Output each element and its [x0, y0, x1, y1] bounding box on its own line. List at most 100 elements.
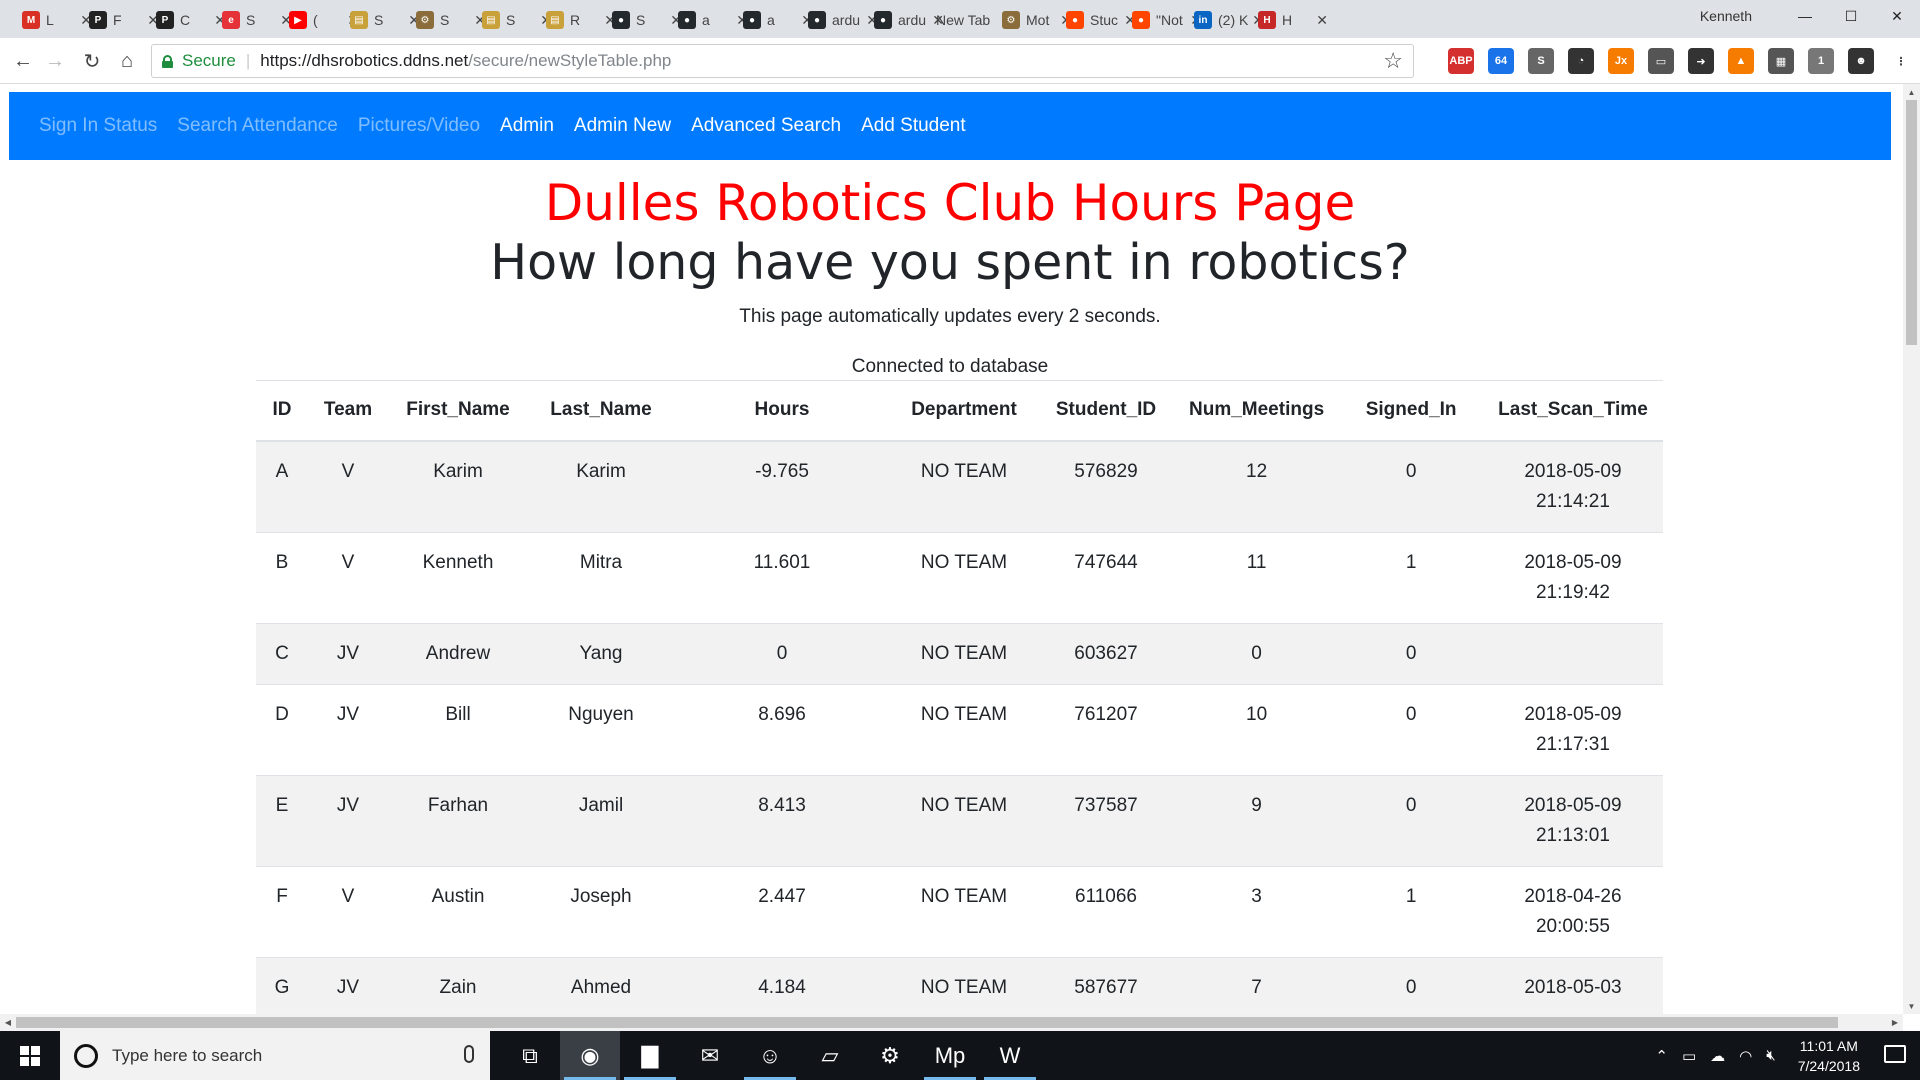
hours-table-wrapper: ID Team First_Name Last_Name Hours Department… [256, 380, 1920, 1014]
table-cell: Karim [528, 440, 674, 532]
close-window-icon[interactable]: ✕ [1874, 0, 1920, 32]
hours-table: ID Team First_Name Last_Name Hours Department… [256, 380, 1663, 1014]
omnibox-divider: | [245, 51, 251, 70]
profile-name[interactable]: Kenneth [1700, 8, 1752, 24]
taskbar-search[interactable]: Type here to search [60, 1031, 490, 1080]
nav-link-advanced-search[interactable]: Advanced Search [691, 115, 841, 137]
tab-title: Mot [1026, 12, 1050, 28]
table-cell: Jamil [528, 774, 674, 866]
show-hidden-icons-icon[interactable]: ⌃ [1655, 1047, 1668, 1065]
table-header: ID Team First_Name Last_Name Hours Department… [256, 380, 1663, 441]
microphone-icon[interactable] [464, 1045, 474, 1063]
volume-muted-icon[interactable]: 🔇︎ [1766, 1047, 1775, 1064]
discord-icon[interactable]: ☺ [740, 1031, 800, 1080]
table-cell: 611066 [1038, 865, 1174, 957]
start-button[interactable] [0, 1031, 60, 1080]
tab-title: S [374, 12, 384, 28]
chat-icon[interactable]: ▭ [1648, 48, 1674, 74]
word-icon[interactable]: W [980, 1031, 1040, 1080]
tab-title: S [246, 12, 256, 28]
jx-extension-icon[interactable]: Jx [1608, 48, 1634, 74]
adblock-plus-icon[interactable]: ABP [1448, 48, 1474, 74]
nav-link-admin[interactable]: Admin [500, 115, 554, 137]
table-cell: 587677 [1038, 956, 1174, 1014]
close-tab-icon[interactable]: ✕ [1316, 12, 1328, 29]
table-cell: 11 [1174, 531, 1340, 623]
home-icon[interactable]: ⌂ [114, 48, 140, 74]
table-cell: 2018-04-26 20:00:55 [1483, 865, 1663, 957]
github-icon: ● [874, 11, 892, 29]
document-icon: ▤ [546, 11, 564, 29]
mail-icon[interactable]: ✉ [680, 1031, 740, 1080]
tab-title: S [440, 12, 450, 28]
mask-icon[interactable]: ☻ [1848, 48, 1874, 74]
db-status: Connected to database [851, 356, 1049, 377]
menu-icon[interactable]: ⋮ [1888, 48, 1914, 74]
tab-title: ardu [898, 12, 927, 28]
hscrollbar-thumb[interactable] [16, 1017, 1838, 1028]
pluralsight-icon: P [89, 11, 107, 29]
fox-icon[interactable]: ▲ [1728, 48, 1754, 74]
bookmark-star-icon[interactable]: ☆ [1383, 48, 1403, 74]
s-extension-icon[interactable]: S [1528, 48, 1554, 74]
table-cell: 4.184 [674, 956, 890, 1014]
minimize-icon[interactable]: — [1782, 0, 1828, 32]
notify-extension-icon[interactable]: 1 [1808, 48, 1834, 74]
reddit-icon: ● [1066, 11, 1084, 29]
scrollbar-thumb[interactable] [1906, 100, 1917, 345]
github-icon: ● [678, 11, 696, 29]
table-cell: 0 [1339, 622, 1484, 684]
battery-icon[interactable]: ▭ [1682, 1047, 1696, 1065]
notes-icon[interactable]: ▱ [800, 1031, 860, 1080]
table-cell: 10 [1174, 683, 1340, 775]
clock-time: 11:01 AM [1799, 1037, 1858, 1054]
scroll-left-icon[interactable]: ◀ [0, 1014, 16, 1031]
table-cell: 2018-05-09 21:19:42 [1483, 531, 1663, 623]
scroll-right-icon[interactable]: ▶ [1887, 1014, 1903, 1031]
task-view-icon[interactable]: ⧉ [500, 1031, 560, 1080]
maximize-icon[interactable]: ☐ [1828, 0, 1874, 32]
back-icon[interactable]: ← [10, 48, 36, 74]
linkedin-icon: in [1194, 11, 1212, 29]
gear-icon: ⚙ [1002, 11, 1020, 29]
calendar-icon[interactable]: 64 [1488, 48, 1514, 74]
column-header-team: Team [323, 399, 373, 421]
gear-icon: ⚙ [416, 11, 434, 29]
nav-link-pictures-video[interactable]: Pictures/Video [358, 115, 480, 137]
address-bar[interactable]: Secure | https://dhsrobotics.ddns.net/se… [151, 44, 1414, 78]
tab-title: Stuc [1090, 12, 1119, 28]
taskbar-search-placeholder: Type here to search [112, 1045, 263, 1065]
nav-link-search-attendance[interactable]: Search Attendance [177, 115, 338, 137]
nav-link-add-student[interactable]: Add Student [861, 115, 966, 137]
scroll-down-icon[interactable]: ▼ [1903, 998, 1920, 1014]
arrow-extension-icon[interactable]: ➜ [1688, 48, 1714, 74]
browser-tab[interactable]: H H ✕ [1250, 5, 1328, 35]
table-cell: 603627 [1038, 622, 1174, 684]
lock-icon [162, 54, 173, 68]
scroll-up-icon[interactable]: ▲ [1903, 84, 1920, 100]
settings-icon[interactable]: ⚙ [860, 1031, 920, 1080]
browser-tab-strip: ML✕PF✕PC✕eS✕▶(✕▤S✕⚙S✕▤S✕▤R✕●S✕●a✕●a✕●ard… [0, 0, 1920, 38]
file-explorer-icon[interactable]: ▇ [620, 1031, 680, 1080]
onedrive-icon[interactable]: ☁ [1710, 1047, 1725, 1065]
extension-icons: ABP 64 S ◔ Jx ▭ ➜ ▲ ▦ 1 ☻ ⋮ [1448, 48, 1914, 74]
table-cell: 1 [1339, 531, 1484, 623]
speed-dial-icon[interactable]: ◔ [1568, 48, 1594, 74]
grid-extension-icon[interactable]: ▦ [1768, 48, 1794, 74]
mplab-icon[interactable]: Mp [920, 1031, 980, 1080]
clock[interactable]: 11:01 AM 7/24/2018 [1798, 1036, 1860, 1076]
notification-center-icon[interactable] [1884, 1045, 1906, 1063]
horizontal-scrollbar[interactable]: ◀ ▶ [0, 1014, 1903, 1031]
vertical-scrollbar[interactable]: ▲ ▼ [1903, 84, 1920, 1014]
forward-icon[interactable]: → [42, 48, 68, 74]
table-cell: 0 [1339, 683, 1484, 775]
nav-link-sign-in-status[interactable]: Sign In Status [39, 115, 157, 137]
nav-link-admin-new[interactable]: Admin New [574, 115, 671, 137]
table-cell: NO TEAM [890, 774, 1038, 866]
chrome-icon[interactable]: ◉ [560, 1031, 620, 1080]
wifi-icon[interactable]: ◠ [1739, 1047, 1752, 1065]
reload-icon[interactable]: ↻ [79, 48, 105, 74]
table-cell: Ahmed [528, 956, 674, 1014]
clock-date: 7/24/2018 [1797, 1057, 1860, 1074]
system-tray: ⌃ ▭ ☁ ◠ 🔇︎ 11:01 AM 7/24/2018 [1655, 1031, 1860, 1080]
